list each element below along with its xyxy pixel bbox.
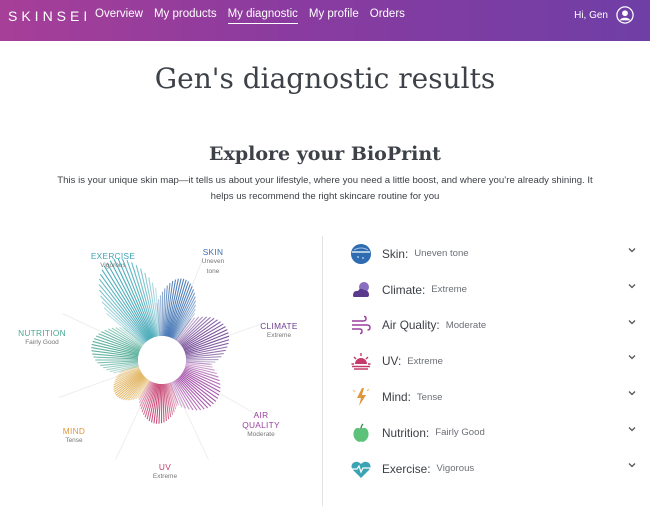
factor-name: Air Quality: — [382, 318, 440, 333]
factor-value: Uneven tone — [414, 248, 469, 260]
factor-item-air-quality[interactable]: Air Quality: Moderate — [348, 308, 643, 344]
cloud-moon-icon — [353, 281, 369, 297]
chevron-down-icon[interactable] — [627, 424, 637, 434]
factor-item-climate[interactable]: Climate: Extreme — [348, 272, 643, 308]
skinsei-logo[interactable]: SKINSEI — [8, 8, 91, 24]
bioprint-label-exercise: EXERCISE Vigorous — [90, 251, 136, 269]
factor-item-nutrition[interactable]: Nutrition: Fairly Good — [348, 415, 643, 451]
bioprint-label-uv: UV Extreme — [152, 462, 178, 480]
factor-name: Mind: — [382, 390, 411, 405]
factor-name: Exercise: — [382, 461, 431, 476]
factor-item-mind[interactable]: Mind: Tense — [348, 379, 643, 415]
factor-name: Climate: — [382, 282, 426, 297]
page-title: Gen's diagnostic results — [154, 62, 496, 95]
factor-item-exercise[interactable]: Exercise: Vigorous — [348, 451, 643, 487]
section-description-line-1: This is your unique skin map—it tells us… — [57, 175, 593, 186]
bioprint-label-skin: SKIN Uneven tone — [201, 247, 225, 275]
chevron-down-icon[interactable] — [627, 352, 637, 362]
heart-pulse-icon — [351, 461, 371, 478]
main-nav: Overview My products My diagnostic My pr… — [95, 8, 416, 24]
user-avatar-icon[interactable] — [616, 6, 634, 24]
vertical-divider — [322, 236, 323, 506]
factor-value: Fairly Good — [435, 427, 485, 439]
brain-lightning-icon — [352, 388, 370, 407]
nav-my-profile[interactable]: My profile — [309, 8, 359, 24]
factor-item-uv[interactable]: UV: Extreme — [348, 343, 643, 379]
apple-icon — [353, 423, 369, 442]
factor-name: Nutrition: — [382, 425, 430, 440]
chevron-down-icon[interactable] — [627, 245, 637, 255]
section-description-line-2: helps us recommend the right skincare ro… — [210, 191, 440, 202]
skin-icon — [351, 243, 371, 264]
nav-my-products[interactable]: My products — [154, 8, 217, 24]
factor-value: Extreme — [431, 284, 467, 296]
user-menu[interactable]: Hi, Gen — [574, 6, 634, 24]
bioprint-center — [138, 336, 186, 384]
chevron-down-icon[interactable] — [627, 460, 637, 470]
section-title: Explore your BioPrint — [209, 143, 441, 165]
top-nav-bar: SKINSEI Overview My products My diagnost… — [0, 0, 650, 41]
factor-name: UV: — [382, 354, 402, 369]
wind-icon — [352, 316, 371, 335]
user-greeting: Hi, Gen — [574, 9, 608, 21]
chevron-down-icon[interactable] — [627, 317, 637, 327]
factor-item-skin[interactable]: Skin: Uneven tone — [348, 236, 643, 272]
bioprint-label-mind: MIND Tense — [62, 426, 86, 444]
nav-orders[interactable]: Orders — [370, 8, 405, 24]
bioprint-label-nutrition: NUTRITION Fairly Good — [18, 328, 66, 346]
bioprint-label-air-quality: AIR QUALITY Moderate — [242, 410, 280, 438]
factor-list: Skin: Uneven tone Climate: Extreme Air Q… — [348, 236, 643, 487]
bioprint-label-climate: CLIMATE Extreme — [260, 321, 298, 339]
nav-overview[interactable]: Overview — [95, 8, 143, 24]
nav-my-diagnostic[interactable]: My diagnostic — [227, 8, 298, 24]
factor-value: Vigorous — [436, 463, 475, 475]
factor-value: Moderate — [445, 319, 487, 331]
factor-name: Skin: — [382, 246, 409, 261]
chevron-down-icon[interactable] — [627, 281, 637, 291]
sun-icon — [351, 353, 371, 370]
bioprint-ray — [113, 258, 153, 339]
chevron-down-icon[interactable] — [627, 388, 637, 398]
factor-value: Extreme — [407, 355, 443, 367]
bioprint-map[interactable]: EXERCISE Vigorous SKIN Uneven tone CLIMA… — [0, 232, 322, 512]
section-description: This is your unique skin map—it tells us… — [40, 173, 610, 205]
factor-value: Tense — [416, 391, 443, 403]
